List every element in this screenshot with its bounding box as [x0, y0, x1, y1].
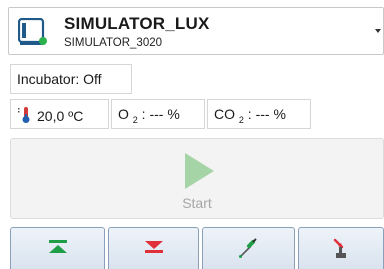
incubator-status-label: Incubator: Off: [17, 71, 102, 87]
thermometer-icon: [17, 106, 33, 124]
device-name: SIMULATOR_LUX: [64, 14, 210, 33]
pipette-icon: [237, 237, 261, 264]
move-down-button[interactable]: [108, 227, 199, 269]
start-button[interactable]: Start: [10, 138, 384, 219]
co2-value: : --- %: [243, 106, 286, 122]
co2-readout: CO 2 : --- %: [207, 99, 311, 129]
incubator-control-panel: SIMULATOR_LUX SIMULATOR_3020 Incubator: …: [0, 0, 384, 269]
temperature-value: 20,0 ºC: [37, 108, 84, 124]
arrow-up-to-bar-icon: [45, 237, 71, 260]
device-selector-dropdown[interactable]: SIMULATOR_LUX SIMULATOR_3020: [8, 7, 384, 55]
o2-readout: O 2 : --- %: [111, 99, 205, 129]
incubator-status: Incubator: Off: [10, 64, 132, 94]
chevron-down-icon[interactable]: [375, 29, 381, 33]
move-top-button[interactable]: [10, 227, 105, 269]
co2-label: CO: [214, 106, 239, 122]
o2-label: O: [118, 106, 133, 122]
eject-icon: [329, 237, 353, 268]
temperature-readout: 20,0 ºC: [10, 99, 109, 129]
incubator-device-icon: [17, 17, 48, 46]
play-icon: [185, 153, 214, 189]
pipette-button[interactable]: [202, 227, 295, 269]
eject-button[interactable]: [298, 227, 384, 269]
device-model: SIMULATOR_3020: [64, 37, 163, 49]
o2-value: : --- %: [137, 106, 180, 122]
start-button-label: Start: [182, 195, 212, 211]
arrow-down-to-bar-icon: [141, 237, 167, 260]
